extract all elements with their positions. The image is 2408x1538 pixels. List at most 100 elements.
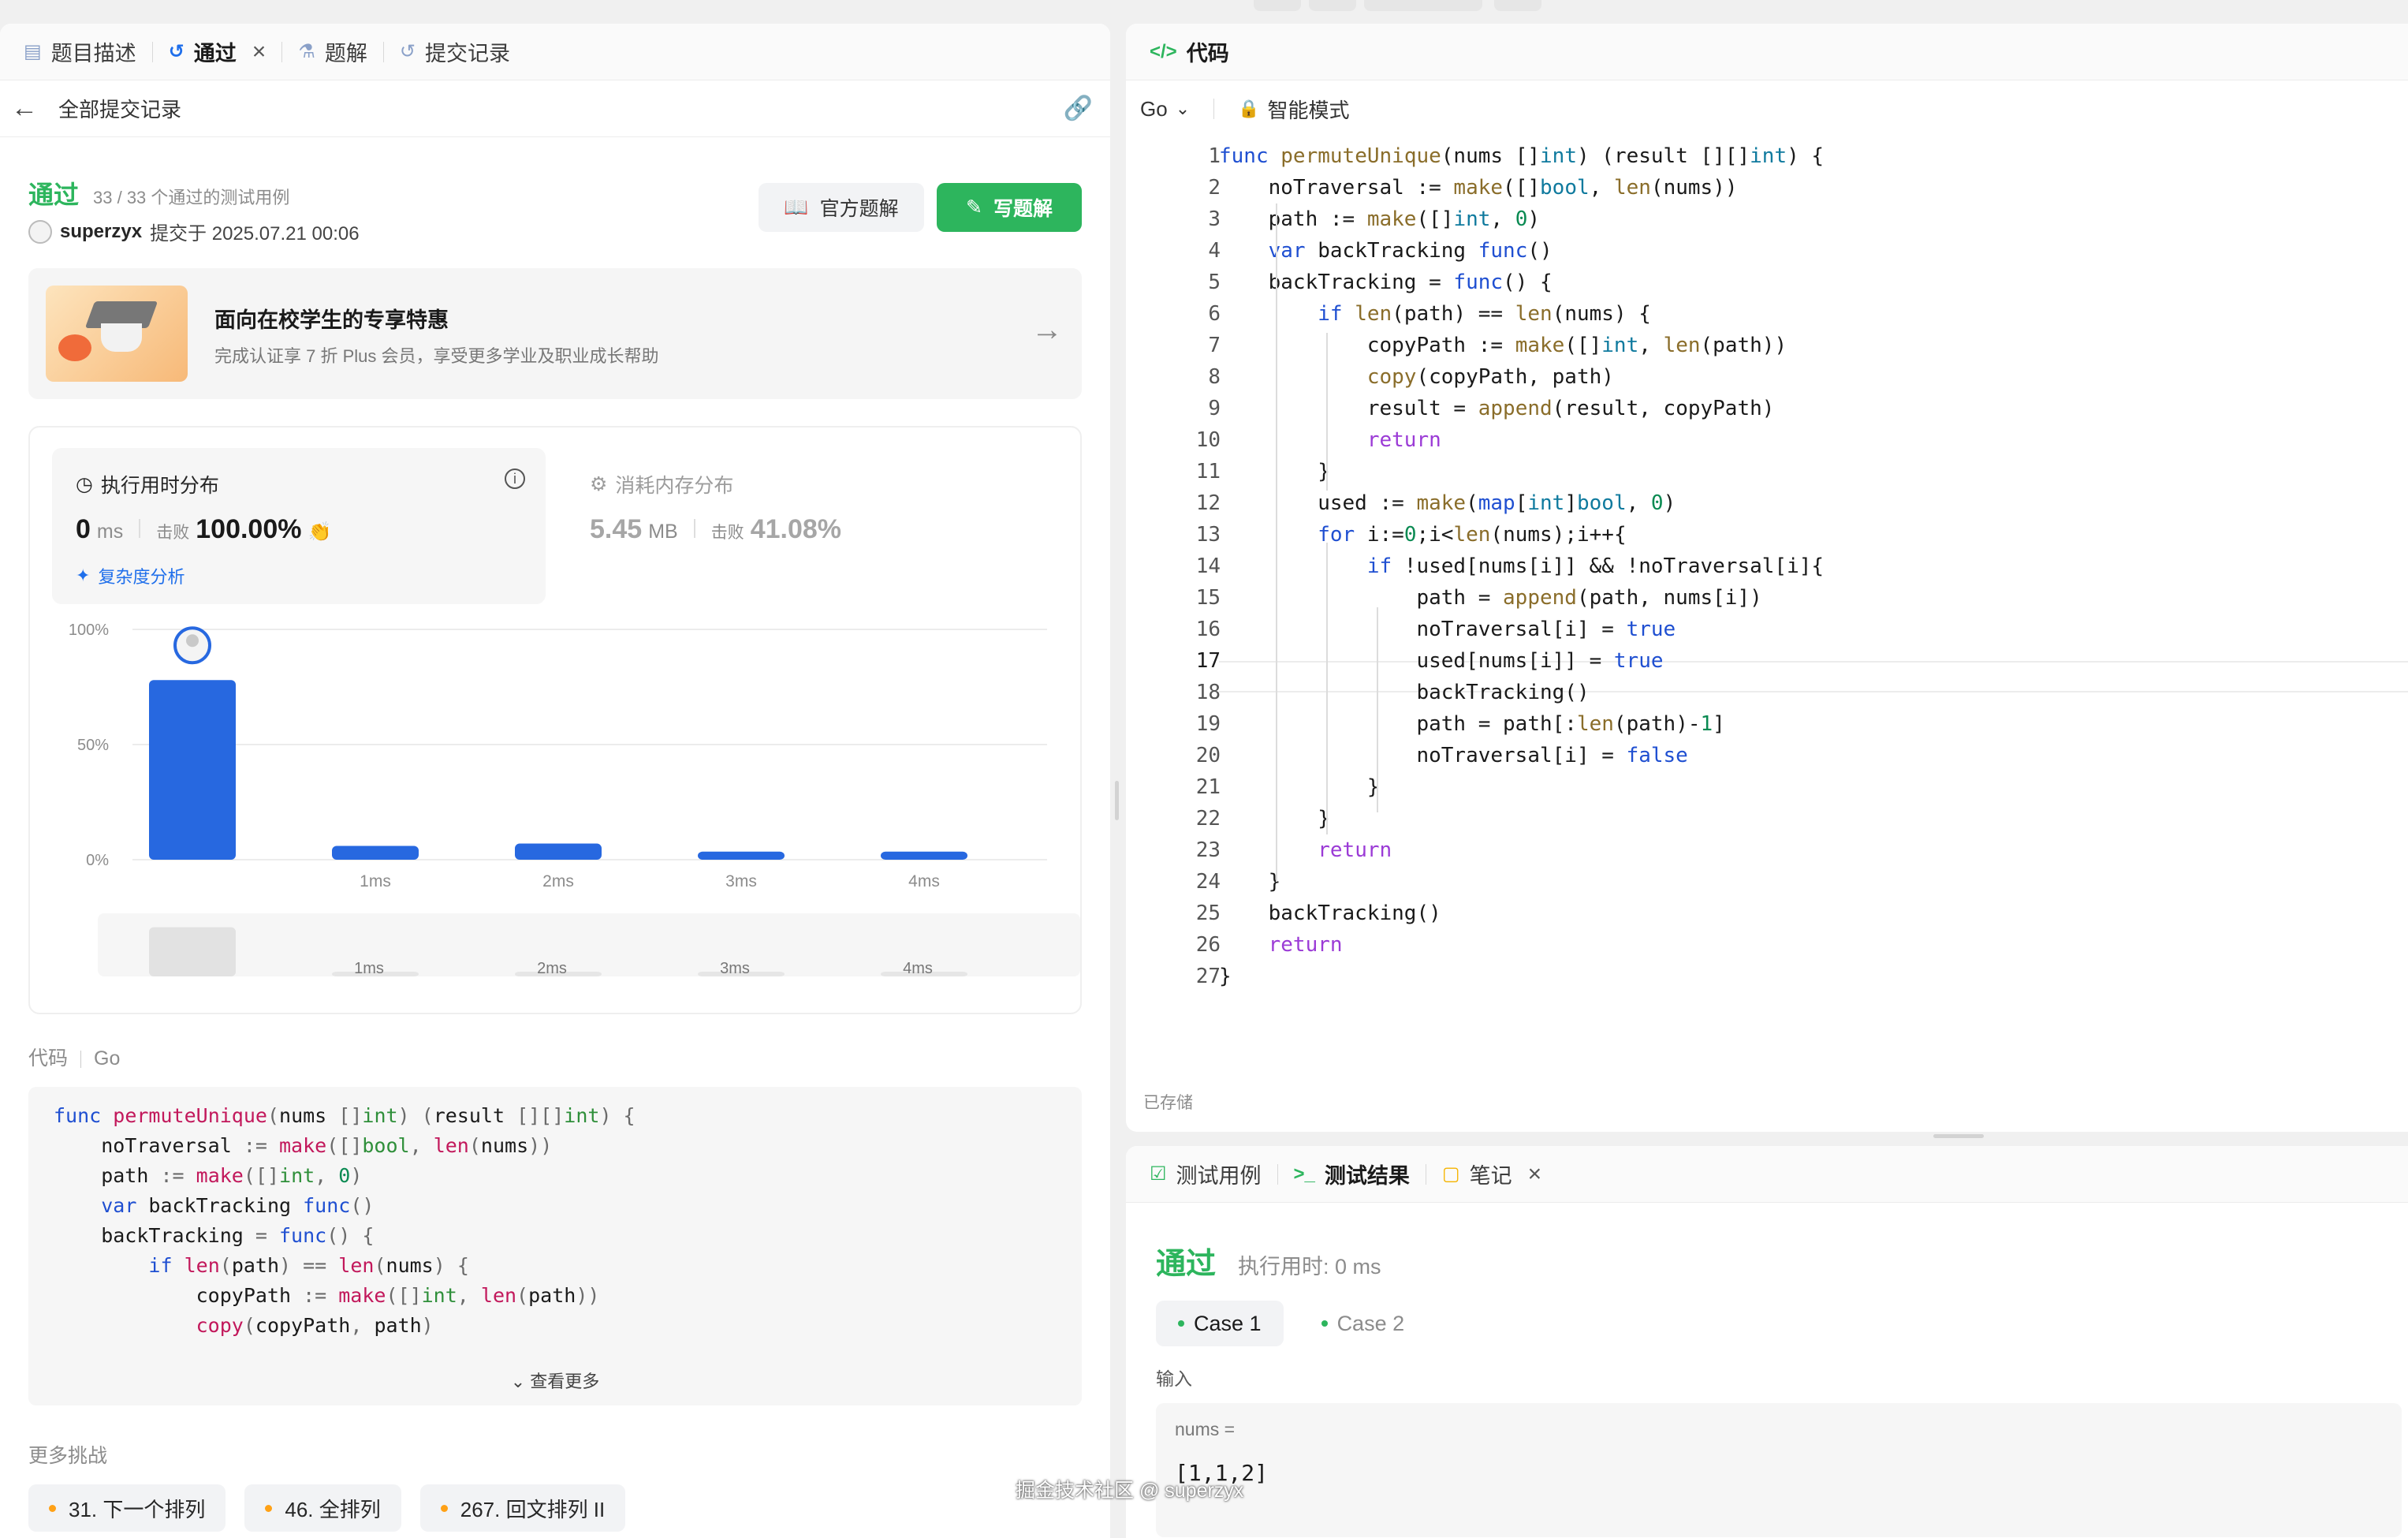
line-number: 15	[1195, 586, 1221, 610]
case-tab-1[interactable]: Case 1	[1156, 1301, 1284, 1346]
challenge-chip[interactable]: 267. 回文排列 II	[419, 1484, 626, 1532]
line-number: 7	[1208, 334, 1221, 357]
y-tick-label: 0%	[86, 852, 109, 869]
horizontal-resize-handle[interactable]	[1933, 1134, 1984, 1138]
line-number: 16	[1195, 618, 1221, 641]
test-tabbar: ☑ 测试用例 >_ 测试结果 ▢ 笔记 ×	[1126, 1146, 2408, 1203]
indent-guide	[1326, 543, 1328, 834]
share-link-icon[interactable]: 🔗	[1064, 95, 1093, 122]
line-number: 8	[1208, 365, 1221, 389]
top-strip	[0, 0, 2408, 24]
challenge-chip[interactable]: 46. 全排列	[244, 1484, 401, 1532]
performance-stats: ◷ 执行用时分布 i 0 ms 击败 100.00% 👏 ✦ 复杂度分析 ⚙ 消…	[28, 426, 1082, 1014]
brush-tick-label: 4ms	[903, 960, 933, 977]
heading-text: 执行用时分布	[100, 475, 219, 497]
tab-code[interactable]: </> 代码	[1142, 24, 1237, 80]
all-submissions-link[interactable]: 全部提交记录	[58, 94, 181, 123]
case-tab-2[interactable]: Case 2	[1299, 1301, 1427, 1346]
bar	[149, 680, 236, 860]
submission-subbar: ← 全部提交记录 🔗	[0, 80, 1110, 137]
code-line: return	[1366, 428, 1441, 452]
username[interactable]: superzyx	[60, 221, 142, 243]
heading-text: 消耗内存分布	[615, 475, 734, 497]
vertical-resize-handle[interactable]	[1115, 781, 1119, 820]
param-name: nums =	[1175, 1419, 1236, 1439]
line-number: 12	[1195, 491, 1221, 515]
tab-testcase[interactable]: ☑ 测试用例	[1142, 1146, 1269, 1203]
y-tick-label: 50%	[77, 737, 109, 754]
promo-title: 面向在校学生的专享特惠	[214, 308, 449, 332]
challenge-chip[interactable]: 31. 下一个排列	[28, 1484, 226, 1532]
code-line: }	[1219, 965, 1232, 988]
brush-tick-label: 2ms	[537, 960, 567, 977]
student-promo-banner[interactable]: 面向在校学生的专享特惠 完成认证享 7 折 Plus 会员，享受更多学业及职业成…	[28, 268, 1082, 399]
case-label: Case 2	[1336, 1311, 1405, 1335]
code-preview-text: func permuteUnique(nums []int) (result […	[54, 1104, 636, 1337]
code-line: }	[1219, 807, 1330, 831]
watermark: 掘金技术社区 @ superzyx	[1016, 1480, 1244, 1502]
tab-test-result[interactable]: >_ 测试结果	[1286, 1146, 1418, 1203]
submission-status: 通过 33 / 33 个通过的测试用例	[28, 175, 289, 211]
info-icon[interactable]: i	[505, 468, 525, 489]
memory-beat-percent: 41.08%	[750, 514, 842, 544]
bar	[515, 843, 602, 860]
result-runtime: 执行用时: 0 ms	[1238, 1255, 1381, 1279]
history-icon: ↺	[399, 41, 416, 62]
code-line: path = append(path, nums[i])	[1219, 586, 1762, 610]
document-icon: ▤	[24, 41, 42, 62]
line-number: 1	[1208, 144, 1221, 168]
line-number: 19	[1195, 712, 1221, 736]
code-line: return	[1318, 838, 1392, 862]
code-editor-panel: </> 代码 Go ⌄ 🔒 智能模式 1 2 3 4 5 6 7 8 9 10 11 12 13 14 15…	[1126, 24, 2408, 1132]
brush-bar	[149, 927, 236, 976]
memory-heading[interactable]: ⚙ 消耗内存分布	[590, 470, 733, 498]
challenge-title: 46. 全排列	[285, 1497, 381, 1521]
line-number: 2	[1208, 176, 1221, 200]
line-number: 17	[1195, 649, 1221, 673]
code-editor-text[interactable]: func permuteUnique(nums []int) (result […	[1219, 140, 2408, 992]
line-number: 4	[1208, 239, 1221, 263]
indent-guide	[1326, 333, 1328, 491]
tab-submissions[interactable]: ↺ 提交记录	[392, 24, 518, 80]
code-line: path = path[:len(path)-1]	[1219, 712, 1725, 736]
language-select[interactable]: Go	[1140, 97, 1168, 121]
avatar[interactable]	[28, 219, 52, 244]
range-brush	[98, 913, 1080, 976]
graduation-cap-illustration	[46, 286, 188, 382]
tab-solutions[interactable]: ⚗ 题解	[290, 24, 375, 80]
x-tick-label: 3ms	[725, 872, 757, 890]
brush-tick-label: 1ms	[354, 960, 384, 977]
submit-time: 提交于 2025.07.21 00:06	[150, 223, 360, 245]
challenge-title: 31. 下一个排列	[69, 1497, 206, 1521]
runtime-card[interactable]: ◷ 执行用时分布 i 0 ms 击败 100.00% 👏 ✦ 复杂度分析	[52, 448, 546, 604]
code-preview[interactable]: func permuteUnique(nums []int) (result […	[28, 1087, 1082, 1405]
code-line: backTracking = func() {	[1219, 271, 1553, 294]
code-line: copy(copyPath, path)	[1366, 365, 1614, 389]
chevron-down-icon[interactable]: ⌄	[1176, 99, 1190, 119]
line-number: 22	[1195, 807, 1221, 831]
close-icon[interactable]: ×	[1528, 1161, 1542, 1188]
line-number: 5	[1208, 271, 1221, 294]
bar	[698, 851, 785, 860]
complexity-analysis-link[interactable]: ✦ 复杂度分析	[76, 563, 185, 588]
code-line: copyPath := make([]int, len(path))	[1219, 334, 1787, 357]
button-label: 写题解	[993, 198, 1053, 220]
code-line: func permuteUnique(nums []int) (result […	[1219, 144, 1825, 168]
x-tick-label: 2ms	[542, 872, 574, 890]
arrow-right-icon: →	[1031, 312, 1063, 347]
write-solution-button[interactable]: ✎ 写题解	[937, 183, 1082, 232]
line-number: 13	[1195, 523, 1221, 547]
line-number: 3	[1208, 207, 1221, 231]
indent-guide	[1276, 203, 1277, 882]
back-arrow-icon[interactable]: ←	[11, 93, 38, 124]
close-icon[interactable]: ×	[252, 39, 267, 65]
official-solution-button[interactable]: 📖 官方题解	[759, 183, 924, 232]
runtime-distribution-chart[interactable]: 100% 50% 0% 1ms 2ms 3ms 4ms 1ms 2ms 3ms 4ms	[30, 617, 1083, 1011]
view-more-button[interactable]: ⌄ 查看更多	[28, 1368, 1082, 1393]
tab-description[interactable]: ▤ 题目描述	[16, 24, 144, 80]
chip-icon: ⚙	[590, 473, 608, 495]
line-number: 26	[1195, 933, 1221, 957]
tab-notes[interactable]: ▢ 笔记 ×	[1434, 1146, 1549, 1203]
smart-mode-toggle[interactable]: 智能模式	[1268, 95, 1350, 124]
tab-accepted[interactable]: ↺ 通过 ×	[161, 24, 274, 80]
